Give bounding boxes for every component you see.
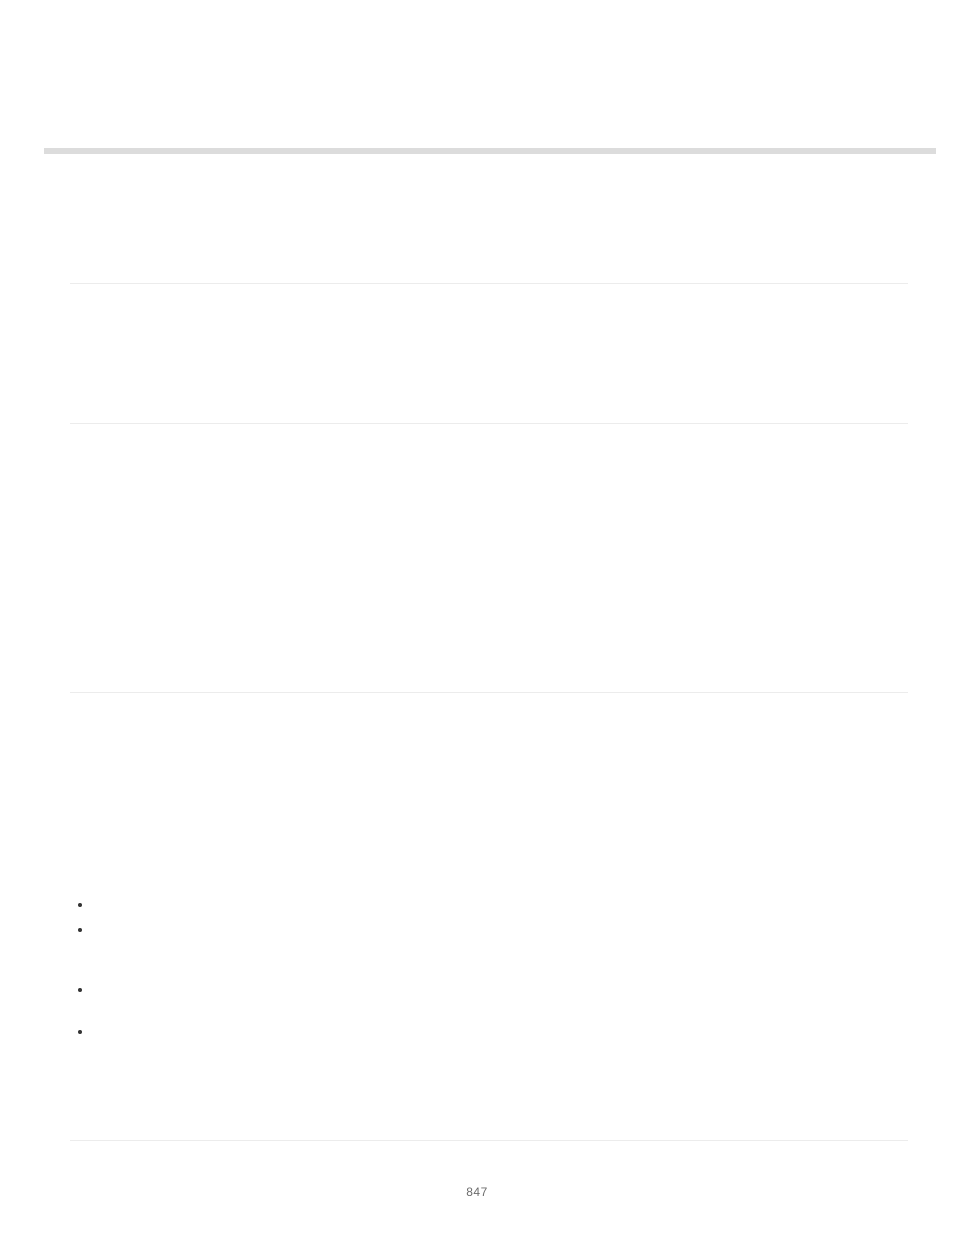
document-page: 847 — [0, 0, 954, 1235]
page-number: 847 — [0, 1185, 954, 1199]
section-divider — [70, 283, 908, 284]
list-bullet — [78, 928, 82, 932]
section-divider — [70, 1140, 908, 1141]
section-divider — [70, 692, 908, 693]
page-top-divider — [44, 148, 936, 154]
list-bullet — [78, 903, 82, 907]
section-divider — [70, 423, 908, 424]
list-bullet — [78, 1030, 82, 1034]
list-bullet — [78, 988, 82, 992]
